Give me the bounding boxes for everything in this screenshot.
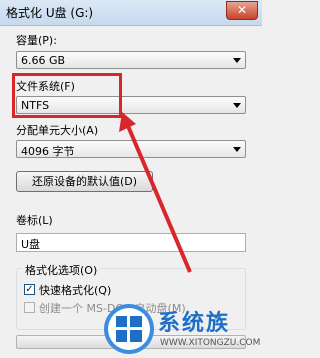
watermark-name: 系统族	[158, 311, 231, 336]
watermark-logo: 系统族 WWW.XITONGZU.COM	[100, 300, 262, 358]
watermark-url: WWW.XITONGZU.COM	[160, 338, 261, 348]
windows-logo-icon	[104, 304, 154, 354]
